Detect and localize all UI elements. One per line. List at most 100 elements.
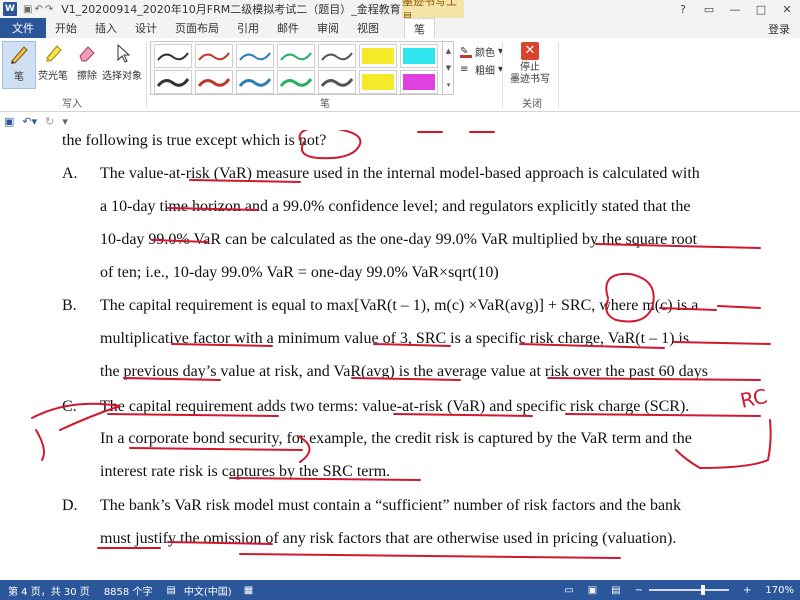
eraser-button[interactable]: 擦除: [70, 41, 104, 82]
tab-file[interactable]: 文件: [0, 18, 46, 38]
doc-line: The capital requirement adds two terms: …: [100, 398, 690, 415]
tab-view[interactable]: 视图: [348, 18, 388, 38]
redo-icon[interactable]: ↻: [45, 115, 54, 128]
ribbon-separator: [558, 42, 559, 108]
pen-color-label: 颜色: [475, 48, 495, 59]
zoom-slider[interactable]: [649, 585, 730, 595]
pen-button[interactable]: 笔: [2, 41, 36, 89]
tab-review[interactable]: 审阅: [308, 18, 348, 38]
pen-swatch[interactable]: [154, 70, 192, 94]
pen-swatch[interactable]: [359, 70, 397, 94]
doc-line: a 10-day time horizon and a 99.0% confid…: [100, 198, 691, 215]
option-marker-a: A.: [62, 165, 78, 182]
gallery-scrollbar[interactable]: ▲ ▼ ▾: [442, 42, 454, 94]
eraser-button-label: 擦除: [77, 71, 97, 82]
undo-icon[interactable]: ↶: [34, 4, 42, 15]
stop-inking-label-2: 墨迹书写: [510, 74, 550, 85]
tab-home[interactable]: 开始: [46, 18, 86, 38]
eraser-icon: [75, 41, 99, 65]
web-layout-icon[interactable]: ▤: [611, 585, 620, 596]
doc-line: The value-at-risk (VaR) measure used in …: [100, 165, 700, 182]
title-bar: W ▣ ↶ ↷ V1_20200914_2020年10月FRM二级模拟考试二（题…: [0, 0, 800, 24]
close-x-icon: ✕: [521, 42, 539, 60]
ribbon-separator: [146, 42, 147, 108]
ribbon-pen: 笔 荧光笔 擦除 选择对象 写入 ▲ ▼ ▾ ✎ 颜色 ▾ ≡ 粗细 ▾ 笔 ✕…: [0, 38, 800, 112]
scroll-down-icon[interactable]: ▼: [446, 64, 451, 72]
doc-line: In a corporate bond security, for exampl…: [100, 430, 692, 447]
language[interactable]: 中文(中国): [184, 583, 232, 598]
cursor-arrow-icon: [110, 41, 134, 65]
highlighter-icon: [41, 41, 65, 65]
pen-button-label: 笔: [14, 72, 24, 83]
pen-thickness-label: 粗细: [475, 66, 495, 77]
tab-mailings[interactable]: 邮件: [268, 18, 308, 38]
help-button[interactable]: ?: [670, 0, 696, 18]
zoom-level[interactable]: 170%: [765, 585, 794, 596]
pen-swatch[interactable]: [236, 70, 274, 94]
print-layout-icon[interactable]: ▣: [588, 585, 597, 596]
pen-swatch[interactable]: [277, 44, 315, 68]
zoom-control: ▭ ▣ ▤ − + 170%: [556, 580, 794, 600]
ribbon-tabs: 文件 开始 插入 设计 页面布局 引用 邮件 审阅 视图 笔: [0, 18, 800, 38]
pen-swatch[interactable]: [318, 44, 356, 68]
group-label-pens: 笔: [320, 99, 330, 110]
save-icon[interactable]: ▣: [4, 115, 14, 128]
scroll-up-icon[interactable]: ▲: [446, 47, 451, 55]
select-objects-label: 选择对象: [102, 71, 142, 82]
quick-access-toolbar: ▣ ↶▾ ↻ ▾: [0, 112, 800, 130]
restore-button[interactable]: □: [748, 0, 774, 18]
pen-swatch[interactable]: [195, 70, 233, 94]
proofing-icon[interactable]: ▤: [166, 585, 175, 596]
pen-color-button[interactable]: ✎ 颜色 ▾: [460, 44, 503, 59]
tab-pen[interactable]: 笔: [404, 18, 435, 38]
zoom-slider-thumb[interactable]: [701, 585, 706, 595]
tab-layout[interactable]: 页面布局: [166, 18, 228, 38]
status-bar: 第 4 页，共 30 页 8858 个字 ▤ 中文(中国) ▦ ▭ ▣ ▤ − …: [0, 580, 800, 600]
pen-swatch[interactable]: [400, 70, 438, 94]
pen-swatch[interactable]: [277, 70, 315, 94]
ribbon-display-icon[interactable]: ▭: [696, 0, 722, 18]
select-objects-button[interactable]: 选择对象: [102, 41, 142, 82]
pen-swatch[interactable]: [154, 44, 192, 68]
pen-swatch[interactable]: [195, 44, 233, 68]
tab-design[interactable]: 设计: [126, 18, 166, 38]
pen-swatch[interactable]: [236, 44, 274, 68]
doc-line: of ten; i.e., 10-day 99.0% VaR = one-day…: [100, 264, 499, 281]
word-count[interactable]: 8858 个字: [104, 583, 153, 598]
document-page[interactable]: the following is true except which is no…: [0, 130, 800, 580]
close-button[interactable]: ✕: [774, 0, 800, 18]
doc-line: interest rate risk is captures by the SR…: [100, 463, 391, 480]
group-label-close: 关闭: [522, 99, 542, 110]
zoom-in-button[interactable]: +: [743, 585, 751, 596]
save-icon[interactable]: ▣: [23, 4, 32, 15]
stop-inking-button[interactable]: ✕ 停止 墨迹书写: [506, 42, 554, 86]
doc-line: multiplicative factor with a minimum val…: [100, 330, 690, 347]
ink-handwriting: RC: [738, 384, 769, 413]
macro-icon[interactable]: ▦: [244, 585, 253, 596]
customize-toolbar-icon[interactable]: ▾: [62, 115, 68, 128]
login-link[interactable]: 登录: [768, 21, 790, 37]
highlighter-button[interactable]: 荧光笔: [36, 41, 70, 82]
redo-icon[interactable]: ↷: [45, 4, 53, 15]
option-marker-b: B.: [62, 297, 77, 314]
option-marker-d: D.: [62, 497, 78, 514]
read-mode-icon[interactable]: ▭: [564, 585, 573, 596]
pen-swatch[interactable]: [359, 44, 397, 68]
gallery-more-icon[interactable]: ▾: [447, 81, 451, 89]
window-title: V1_20200914_2020年10月FRM二级模拟考试二（题目）_金程教育 …: [61, 3, 440, 16]
pen-thickness-icon: ≡: [460, 63, 469, 75]
tab-references[interactable]: 引用: [228, 18, 268, 38]
pen-color-icon: ✎: [460, 46, 472, 58]
pen-thickness-button[interactable]: ≡ 粗细 ▾: [460, 62, 503, 78]
undo-icon[interactable]: ↶▾: [22, 115, 37, 128]
pen-swatch[interactable]: [400, 44, 438, 68]
tab-insert[interactable]: 插入: [86, 18, 126, 38]
ink-stroke: [35, 429, 45, 461]
minimize-button[interactable]: —: [722, 0, 748, 18]
highlighter-button-label: 荧光笔: [38, 71, 68, 82]
pen-swatch[interactable]: [318, 70, 356, 94]
zoom-out-button[interactable]: −: [635, 585, 643, 596]
page-count[interactable]: 第 4 页，共 30 页: [8, 583, 90, 598]
pen-gallery: [150, 41, 454, 95]
group-label-write: 写入: [62, 99, 82, 110]
